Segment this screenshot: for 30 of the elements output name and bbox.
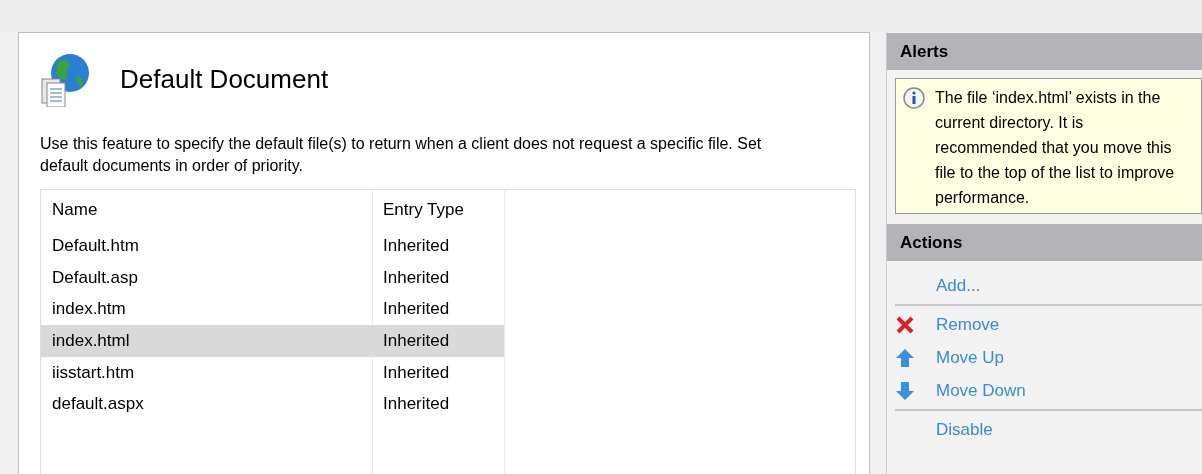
entry-type-cell-text: Inherited — [382, 362, 451, 383]
name-cell-text: index.htm — [51, 299, 127, 320]
name-cell-text: Default.htm — [51, 235, 140, 256]
x-icon — [895, 314, 915, 335]
info-icon — [903, 87, 925, 109]
globe-document-icon — [40, 51, 92, 107]
up-arrow-icon — [895, 347, 915, 368]
document-row[interactable]: iisstart.htm Inherited — [41, 356, 504, 389]
page-title: Default Document — [120, 63, 329, 95]
entry-type-cell-text: Inherited — [382, 235, 451, 256]
description-text: Use this feature to specify the default file(s) to return when a client does not request a specific file. Set default documents in order of priority. — [40, 134, 763, 176]
name-cell-text: Default.asp — [51, 267, 139, 288]
entry-type-cell-text: Inherited — [382, 330, 451, 351]
entry-type-cell-text: Inherited — [382, 299, 451, 320]
name-cell-text: iisstart.htm — [51, 362, 136, 383]
column-header[interactable]: Entry Type — [372, 200, 504, 220]
down-arrow-icon — [895, 380, 915, 401]
entry-type-cell-text: Inherited — [382, 394, 451, 415]
actions-header: Actions — [887, 224, 1202, 261]
column-header[interactable]: Name — [41, 200, 372, 220]
document-row[interactable]: index.htm Inherited — [41, 293, 504, 326]
document-row[interactable]: index.html Inherited — [41, 325, 504, 357]
name-cell-text: index.html — [51, 330, 131, 351]
alert-message: The file ‘index.html’ exists in the current directory. It is recommended that you move this file to the top of the list to improve performance. — [935, 88, 1175, 208]
document-row[interactable]: Default.htm Inherited — [41, 230, 504, 262]
entry-type-cell-text: Inherited — [382, 267, 451, 288]
name-cell-text: default.aspx — [51, 394, 145, 415]
document-row[interactable]: Default.asp Inherited — [41, 261, 504, 294]
alerts-header: Alerts — [887, 33, 1202, 70]
document-row[interactable]: default.aspx Inherited — [41, 388, 504, 421]
